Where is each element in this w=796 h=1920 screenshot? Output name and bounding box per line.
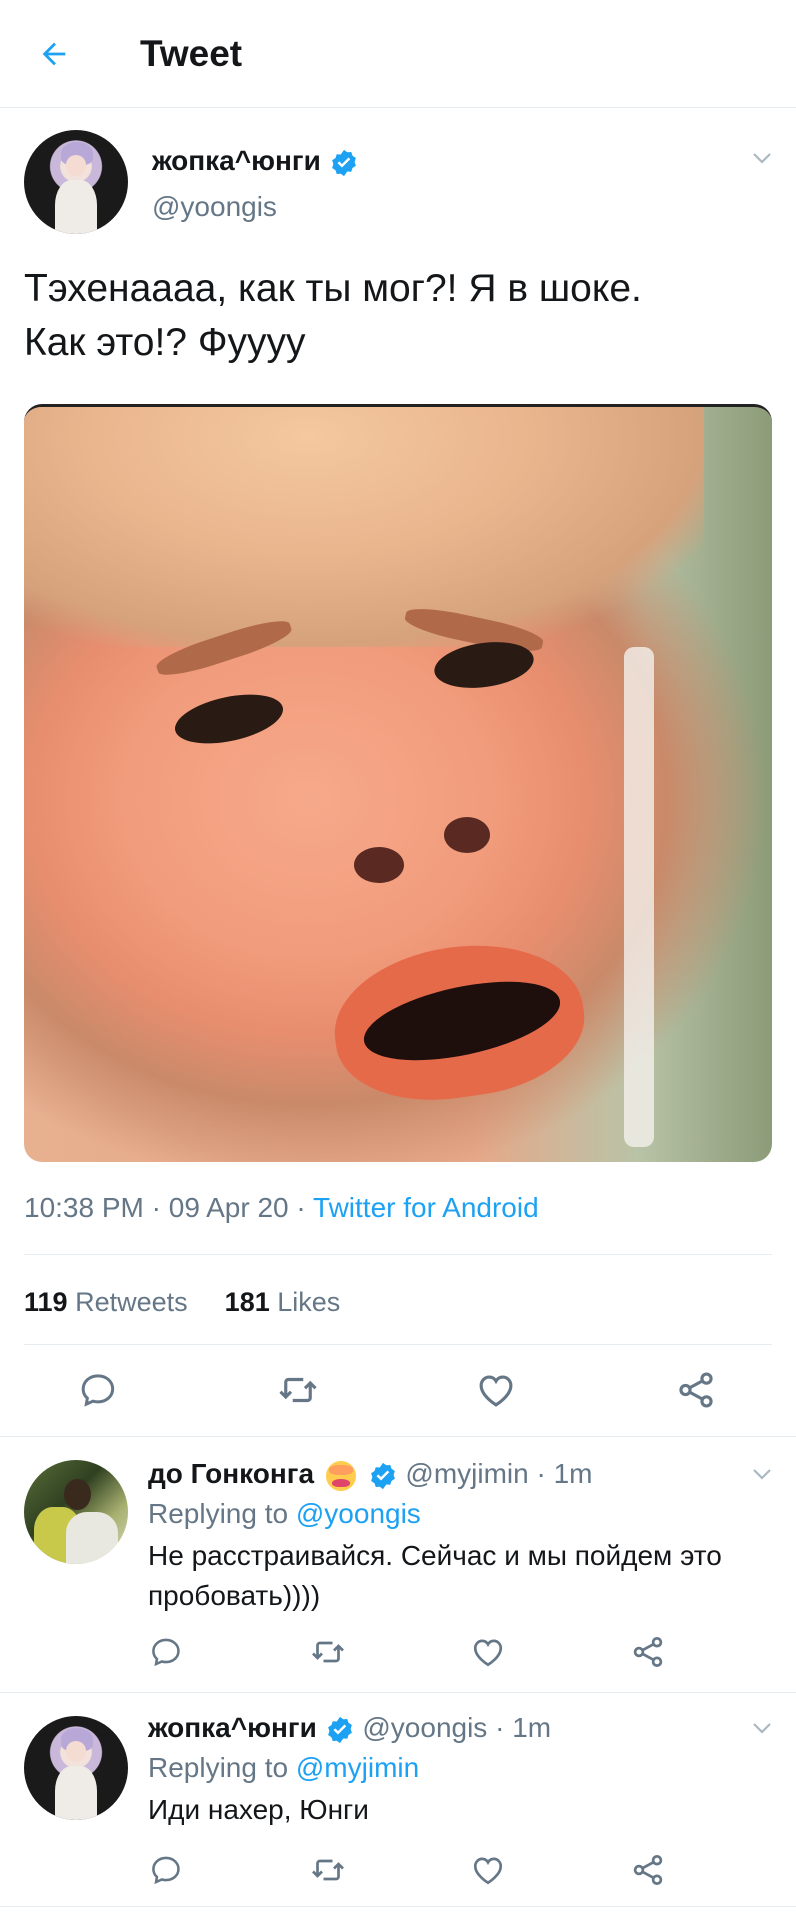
retweets-stat[interactable]: 119 Retweets xyxy=(24,1287,188,1317)
share-icon xyxy=(679,1372,713,1408)
display-name: жопка^юнги xyxy=(152,145,321,176)
top-bar: Tweet xyxy=(0,0,796,108)
reply-button[interactable] xyxy=(142,1628,190,1676)
handle: @yoongis xyxy=(362,1712,488,1743)
reply-text: Не расстраивайся. Сейчас и мы пойдем это… xyxy=(148,1540,722,1611)
handle: @myjimin xyxy=(405,1458,529,1489)
reply-icon xyxy=(152,1856,180,1885)
page-title: Tweet xyxy=(140,33,243,74)
back-button[interactable] xyxy=(32,30,76,78)
tweet-source-link[interactable]: Twitter for Android xyxy=(313,1192,539,1223)
like-icon xyxy=(479,1375,513,1407)
divider xyxy=(24,1254,772,1255)
reply-icon xyxy=(152,1638,180,1667)
replying-to: Replying to @yoongis xyxy=(148,1498,421,1529)
tweet-date: 09 Apr 20 xyxy=(168,1192,289,1223)
divider xyxy=(0,1906,796,1907)
reply-icon xyxy=(81,1374,115,1407)
share-button[interactable] xyxy=(672,1366,720,1414)
hot-face-emoji xyxy=(325,1460,356,1491)
likes-stat[interactable]: 181 Likes xyxy=(225,1287,341,1317)
retweet-button[interactable] xyxy=(304,1628,352,1676)
tweet-time: 10:38 PM xyxy=(24,1192,144,1223)
divider xyxy=(24,1344,772,1345)
tweet-text-line: Тэхенаааа, как ты мог?! Я в шоке. xyxy=(24,267,642,310)
chevron-down-icon xyxy=(753,153,771,164)
tweet-options-button[interactable] xyxy=(748,1460,776,1488)
chevron-down-icon xyxy=(753,1723,771,1734)
share-icon xyxy=(633,1855,663,1885)
tweet-text-line: Как это!? Фуууу xyxy=(24,321,306,364)
retweet-icon xyxy=(279,1377,317,1403)
like-button[interactable] xyxy=(472,1366,520,1414)
verified-badge-icon xyxy=(370,1462,395,1489)
reply-actions xyxy=(0,1840,796,1900)
divider xyxy=(0,1692,796,1693)
retweet-icon xyxy=(312,1859,344,1881)
avatar[interactable] xyxy=(24,1716,128,1820)
reply-button[interactable] xyxy=(142,1846,190,1894)
tweet-text: Тэхенаааа, как ты мог?! Я в шоке. Как эт… xyxy=(24,262,764,370)
back-arrow-icon xyxy=(42,42,66,66)
reply-actions xyxy=(0,1622,796,1682)
like-button[interactable] xyxy=(464,1846,512,1894)
avatar[interactable] xyxy=(24,130,128,234)
like-button[interactable] xyxy=(464,1628,512,1676)
main-tweet-author[interactable]: жопка^юнги xyxy=(152,141,359,181)
display-name[interactable]: до Гонконга xyxy=(148,1458,314,1489)
verified-badge-icon xyxy=(327,1716,352,1743)
retweet-button[interactable] xyxy=(304,1846,352,1894)
share-button[interactable] xyxy=(624,1628,672,1676)
share-icon xyxy=(633,1637,663,1667)
tweet-options-button[interactable] xyxy=(748,144,776,172)
display-name[interactable]: жопка^юнги xyxy=(148,1712,317,1743)
reply-time: 1m xyxy=(553,1458,593,1489)
mention-link[interactable]: @yoongis xyxy=(296,1498,421,1529)
verified-badge-icon xyxy=(331,149,356,176)
tweet-metadata: 10:38 PM · 09 Apr 20 · Twitter for Andro… xyxy=(24,1192,539,1223)
share-button[interactable] xyxy=(624,1846,672,1894)
reply-button[interactable] xyxy=(74,1366,122,1414)
tweet-media-image[interactable] xyxy=(24,404,772,1162)
retweet-button[interactable] xyxy=(274,1366,322,1414)
tweet-stats: 119 Retweets 181 Likes xyxy=(24,1282,340,1322)
chevron-down-icon xyxy=(753,1469,771,1480)
divider xyxy=(0,1436,796,1437)
main-tweet-actions xyxy=(0,1360,796,1420)
tweet-options-button[interactable] xyxy=(748,1714,776,1742)
replying-to: Replying to @myjimin xyxy=(148,1752,420,1783)
reply-header: до Гонконга @myjimin · 1m xyxy=(148,1458,593,1491)
like-icon xyxy=(473,1857,503,1885)
mention-link[interactable]: @myjimin xyxy=(296,1752,419,1783)
like-icon xyxy=(473,1639,503,1667)
reply-header: жопка^юнги @yoongis · 1m xyxy=(148,1712,552,1743)
main-tweet-handle: @yoongis xyxy=(152,191,277,222)
avatar[interactable] xyxy=(24,1460,128,1564)
reply-text: Иди нахер, Юнги xyxy=(148,1794,369,1825)
reply-time: 1m xyxy=(512,1712,552,1743)
retweet-icon xyxy=(312,1641,344,1663)
